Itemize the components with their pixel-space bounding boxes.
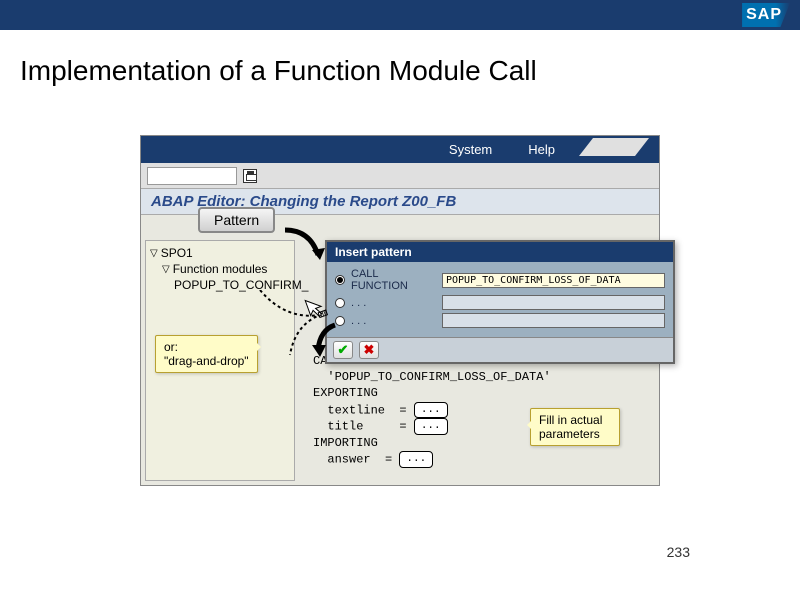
param-placeholder[interactable]: ... [399,451,433,468]
save-icon[interactable] [243,169,257,183]
slide-top-bar: SAP [0,0,800,30]
radio-selected[interactable] [335,275,345,285]
tree-group-label: Function modules [173,262,268,276]
page-title: Implementation of a Function Module Call [20,55,780,87]
menu-system[interactable]: System [437,140,504,159]
menu-corner-decoration [579,138,649,156]
param-placeholder[interactable]: ... [414,402,448,419]
expand-icon: ▽ [150,248,158,259]
dialog-row-option[interactable]: . . . [335,313,665,328]
command-field[interactable] [147,167,237,185]
menu-bar: System Help [141,136,659,163]
callout-line: "drag-and-drop" [164,354,249,368]
menu-help[interactable]: Help [516,140,567,159]
dialog-body: CALL FUNCTION POPUP_TO_CONFIRM_LOSS_OF_D… [327,262,673,337]
sap-logo: SAP [742,0,790,30]
radio-unselected[interactable] [335,298,345,308]
option-input[interactable] [442,313,665,328]
option-input[interactable] [442,295,665,310]
tree-root[interactable]: ▽ SPO1 [150,245,290,261]
pattern-button[interactable]: Pattern [198,207,275,233]
callout-drag-drop: or: "drag-and-drop" [155,335,258,373]
dialog-title: Insert pattern [327,242,673,262]
sap-logo-text: SAP [742,3,790,27]
dialog-footer: ✔ ✖ [327,337,673,362]
dialog-row-option[interactable]: . . . [335,295,665,310]
option-label: . . . [351,297,436,309]
function-name-input[interactable]: POPUP_TO_CONFIRM_LOSS_OF_DATA [442,273,665,288]
call-function-label: CALL FUNCTION [351,268,436,292]
code-line: title = ... [313,418,551,435]
callout-line: or: [164,340,249,354]
tree-root-label: SPO1 [161,246,193,260]
code-text: textline = [313,403,414,417]
code-text: title = [313,420,414,434]
arrow-icon [310,320,340,360]
arrow-icon [280,225,330,265]
option-label: . . . [351,315,436,327]
generated-code: CALL FUNCTION 'POPUP_TO_CONFIRM_LOSS_OF_… [313,353,551,468]
insert-pattern-dialog: Insert pattern CALL FUNCTION POPUP_TO_CO… [325,240,675,364]
code-line: 'POPUP_TO_CONFIRM_LOSS_OF_DATA' [313,369,551,385]
expand-icon: ▽ [162,264,170,275]
dialog-row-call-function[interactable]: CALL FUNCTION POPUP_TO_CONFIRM_LOSS_OF_D… [335,268,665,292]
code-line: IMPORTING [313,435,551,451]
code-line: textline = ... [313,402,551,419]
code-line: answer = ... [313,451,551,468]
code-line: EXPORTING [313,385,551,401]
cancel-button[interactable]: ✖ [359,341,379,359]
param-placeholder[interactable]: ... [414,418,448,435]
toolbar [141,163,659,189]
tree-group[interactable]: ▽ Function modules [150,261,290,277]
callout-fill-params: Fill in actual parameters [530,408,620,446]
page-number: 233 [667,544,690,560]
code-text: answer = [313,453,399,467]
